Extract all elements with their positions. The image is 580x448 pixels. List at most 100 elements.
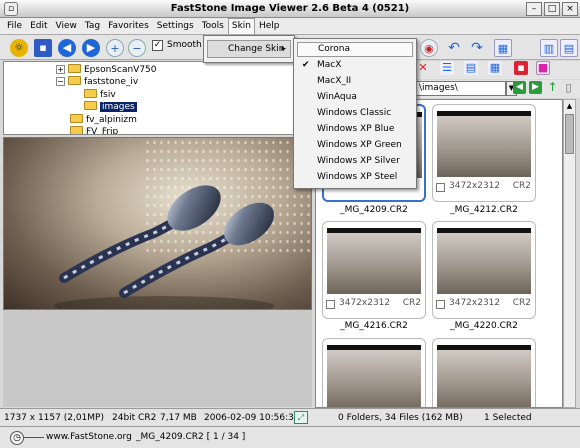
- menu-file[interactable]: File: [3, 18, 26, 34]
- next-icon[interactable]: ▶: [82, 39, 100, 57]
- tree-item[interactable]: + EpsonScanV750: [56, 64, 157, 76]
- skin-option-windows-classic[interactable]: Windows Classic: [297, 106, 413, 121]
- path-combobox[interactable]: \images\: [416, 81, 506, 96]
- folder-icon: [70, 114, 83, 123]
- minimize-button[interactable]: –: [526, 2, 542, 16]
- submenu-arrow-icon: ▸: [281, 44, 286, 54]
- skin-option-windows-xp-silver[interactable]: Windows XP Silver: [297, 154, 413, 169]
- thumbnail-dimensions: 3472x2312: [449, 181, 501, 191]
- tree-item-selected[interactable]: images: [84, 101, 137, 113]
- thumbnail-type: CR2: [512, 181, 531, 191]
- skin-menu: Change Skin ▸: [203, 35, 295, 63]
- bottom-bar: ◷ www.FastStone.org _MG_4209.CR2 [ 1 / 3…: [0, 426, 580, 448]
- folder-icon: [68, 76, 81, 85]
- collapse-icon[interactable]: −: [56, 77, 65, 86]
- tree-item[interactable]: fv_alpinizm: [70, 114, 137, 126]
- tag-icon[interactable]: ▪: [514, 61, 528, 75]
- skin-option-windows-xp-steel[interactable]: Windows XP Steel: [297, 170, 413, 185]
- status-datetime: 2006-02-09 10:56:36: [204, 413, 300, 423]
- skin-option-winaqua[interactable]: WinAqua: [297, 90, 413, 105]
- thumbnail-type: CR2: [512, 298, 531, 308]
- thumbnail-checkbox[interactable]: [326, 300, 335, 309]
- open-folder-icon[interactable]: ☼: [10, 39, 28, 57]
- fullscreen-icon[interactable]: ▤: [560, 39, 578, 57]
- menu-view[interactable]: View: [52, 18, 81, 34]
- previous-icon[interactable]: ◀: [58, 39, 76, 57]
- slideshow-icon[interactable]: ▦: [494, 39, 512, 57]
- image-preview[interactable]: [3, 137, 312, 310]
- maximize-button[interactable]: □: [544, 2, 560, 16]
- thumbnail-card[interactable]: [432, 338, 536, 407]
- layout-icon[interactable]: ▥: [540, 39, 558, 57]
- spoons-photo: [54, 185, 274, 309]
- thumbnail-checkbox[interactable]: [436, 183, 445, 192]
- thumbnail-type: CR2: [402, 298, 421, 308]
- view-eye-icon[interactable]: ◉: [420, 39, 438, 57]
- thumbnail-card[interactable]: 3472x2312 CR2: [322, 221, 426, 319]
- back-icon[interactable]: ◀: [513, 81, 526, 94]
- thumbnail-card[interactable]: [322, 338, 426, 407]
- menu-skin[interactable]: Skin: [227, 18, 255, 34]
- menu-bar: File Edit View Tag Favorites Settings To…: [0, 18, 580, 35]
- smooth-label: Smooth: [167, 40, 202, 50]
- scroll-up-icon[interactable]: ▲: [565, 102, 574, 111]
- expand-icon[interactable]: +: [56, 65, 65, 74]
- zoom-in-icon[interactable]: +: [106, 39, 124, 57]
- menu-edit[interactable]: Edit: [26, 18, 51, 34]
- smooth-checkbox[interactable]: ✓: [152, 40, 163, 51]
- menu-help[interactable]: Help: [255, 18, 284, 34]
- thumbnail-filename: _MG_4220.CR2: [450, 321, 518, 331]
- recycle-bin-icon[interactable]: ▯: [562, 81, 575, 94]
- thumbnail-card[interactable]: 3472x2312 CR2: [432, 221, 536, 319]
- thumbnail-filename: _MG_4216.CR2: [340, 321, 408, 331]
- website-link[interactable]: www.FastStone.org: [46, 432, 132, 442]
- forward-icon[interactable]: ▶: [529, 81, 542, 94]
- skin-option-windows-xp-blue[interactable]: Windows XP Blue: [297, 122, 413, 137]
- mark-icon[interactable]: ■: [536, 61, 550, 75]
- folder-tree[interactable]: + EpsonScanV750 − faststone_iv fsiv images…: [3, 61, 312, 135]
- thumbnail-card[interactable]: 3472x2312 CR2: [432, 104, 536, 202]
- list-view-icon[interactable]: ▤: [464, 61, 478, 75]
- skin-option-macx-ii[interactable]: MacX_II: [297, 74, 413, 89]
- clock-icon: ◷: [10, 431, 24, 445]
- window-title: FastStone Image Viewer 2.6 Beta 4 (0521): [170, 3, 410, 14]
- thumbnail-filename: _MG_4209.CR2: [340, 205, 408, 215]
- menu-tag[interactable]: Tag: [81, 18, 104, 34]
- title-bar[interactable]: ▫ FastStone Image Viewer 2.6 Beta 4 (052…: [0, 0, 580, 18]
- thumbnail-image: [327, 345, 421, 407]
- status-bitdepth: 24bit CR2: [112, 413, 157, 423]
- menu-favorites[interactable]: Favorites: [104, 18, 153, 34]
- status-bar: 1737 x 1157 (2,01MP) 24bit CR2 7,17 MB 2…: [0, 408, 580, 426]
- folder-open-icon: [84, 101, 97, 110]
- rotate-left-icon[interactable]: ↶: [445, 39, 463, 57]
- details-view-icon[interactable]: ☰: [440, 61, 454, 75]
- close-button[interactable]: ×: [562, 2, 578, 16]
- status-dimensions: 1737 x 1157 (2,01MP): [4, 413, 104, 423]
- thumbnail-checkbox[interactable]: [436, 300, 445, 309]
- save-icon[interactable]: ▪: [34, 39, 52, 57]
- current-file-index: _MG_4209.CR2 [ 1 / 34 ]: [136, 432, 246, 442]
- zoom-out-icon[interactable]: −: [128, 39, 146, 57]
- thumbnail-scrollbar[interactable]: ▲: [563, 99, 576, 408]
- thumbnail-image: [437, 111, 531, 177]
- fit-window-icon[interactable]: ⤢: [294, 411, 308, 424]
- skin-option-macx[interactable]: ✔ MacX: [297, 58, 413, 73]
- menu-tools[interactable]: Tools: [198, 18, 228, 34]
- folder-icon: [70, 126, 83, 134]
- thumbnail-filename: _MG_4212.CR2: [450, 205, 518, 215]
- rotate-right-icon[interactable]: ↷: [468, 39, 486, 57]
- thumbnail-image: [327, 228, 421, 294]
- up-folder-icon[interactable]: ↑: [546, 81, 559, 94]
- status-folders: 0 Folders, 34 Files (162 MB): [338, 413, 463, 423]
- skin-option-windows-xp-green[interactable]: Windows XP Green: [297, 138, 413, 153]
- thumbnail-dimensions: 3472x2312: [339, 298, 391, 308]
- delete-icon[interactable]: ✕: [416, 61, 430, 75]
- menu-settings[interactable]: Settings: [153, 18, 198, 34]
- tree-item[interactable]: − faststone_iv: [56, 76, 138, 88]
- change-skin-menu-item[interactable]: Change Skin ▸: [207, 40, 291, 58]
- thumbnails-view-icon[interactable]: ▦: [488, 61, 502, 75]
- skin-option-corona[interactable]: Corona: [297, 42, 413, 57]
- tree-item[interactable]: fsiv: [84, 89, 116, 101]
- tree-item[interactable]: FV_Frip: [70, 126, 118, 134]
- scroll-thumb[interactable]: [565, 114, 574, 154]
